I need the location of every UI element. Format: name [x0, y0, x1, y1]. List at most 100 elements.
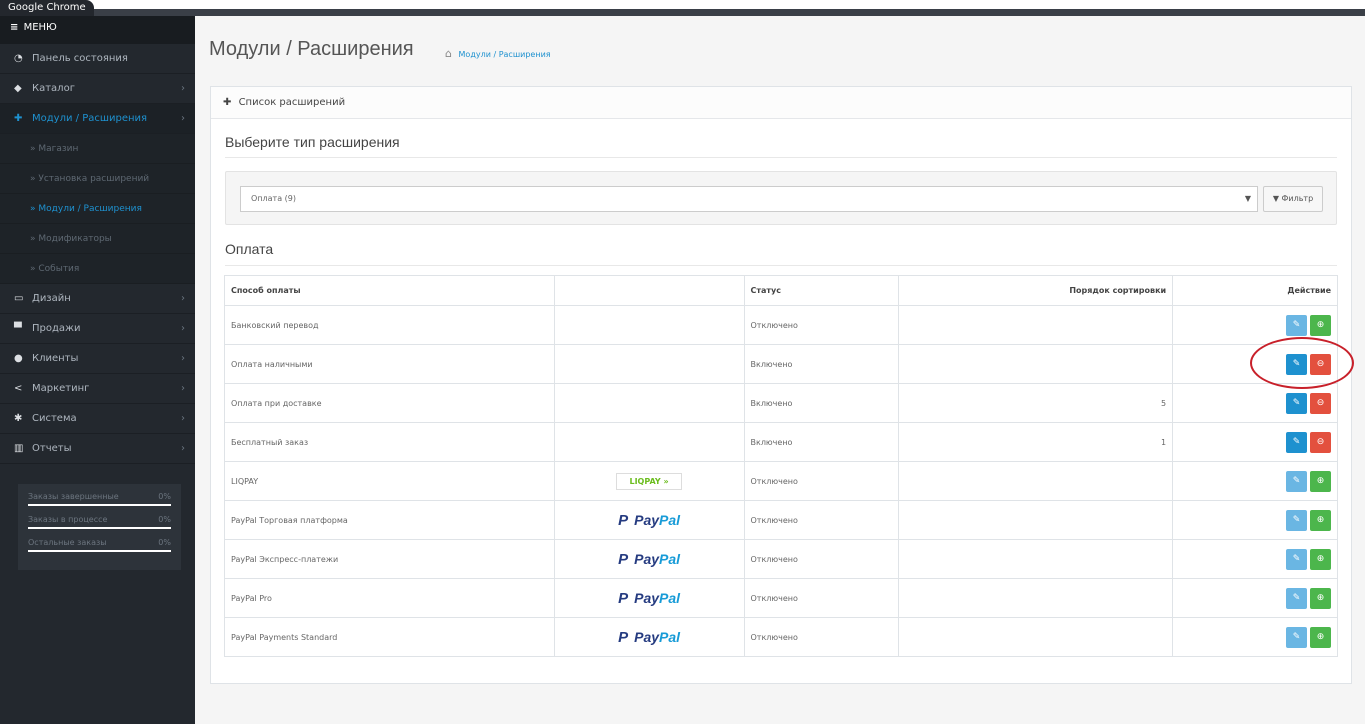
filter-label: Фильтр: [1281, 194, 1314, 203]
payment-logo-cell: P PayPal: [553, 578, 745, 618]
paypal-word-a: Pay: [634, 589, 660, 606]
sidebar-subitem[interactable]: » Модификаторы: [0, 224, 195, 254]
edit-button[interactable]: ✎: [1286, 314, 1307, 336]
install-button[interactable]: ⊕: [1310, 470, 1331, 492]
sidebar-subitem[interactable]: » Установка расширений: [0, 164, 195, 194]
paypal-icon: P: [618, 550, 629, 568]
edit-button[interactable]: ✎: [1286, 509, 1307, 531]
payment-status: Отключено: [743, 617, 900, 657]
payment-sort-order: [898, 539, 1174, 579]
chevron-right-icon: ›: [181, 413, 185, 424]
table-row: PayPal Payments Standard P PayPal Отключено…: [224, 617, 1338, 657]
payment-name: Бесплатный заказ: [224, 422, 555, 462]
col-method[interactable]: Способ оплаты: [224, 275, 555, 306]
payment-sort-order: 5: [898, 383, 1174, 423]
payment-status: Отключено: [743, 305, 900, 345]
puzzle-icon: ✚: [14, 113, 23, 124]
browser-title-bar: Google Chrome: [0, 0, 1365, 16]
sidebar-item-label: Каталог: [32, 83, 75, 94]
table-row: Банковский перевод Отключено ✎ ⊕: [224, 305, 1338, 345]
paypal-word-b: Pal: [659, 511, 681, 528]
edit-button[interactable]: ✎: [1286, 587, 1307, 609]
user-icon: ●: [14, 353, 23, 364]
install-button[interactable]: ⊕: [1310, 587, 1331, 609]
sidebar-item[interactable]: ◔ Панель состояния: [0, 44, 195, 74]
pencil-icon: ✎: [1292, 553, 1301, 564]
sidebar-item[interactable]: ✚ Модули / Расширения ›: [0, 104, 195, 134]
col-sort[interactable]: Порядок сортировки: [898, 275, 1174, 306]
install-button[interactable]: ⊕: [1310, 548, 1331, 570]
payment-logo-cell: P PayPal: [553, 500, 745, 540]
sidebar-item[interactable]: ● Клиенты ›: [0, 344, 195, 374]
payment-logo-cell: LIQPAY »: [553, 461, 745, 501]
sidebar-item[interactable]: ▥ Отчеты ›: [0, 434, 195, 464]
payment-status: Включено: [743, 344, 900, 384]
plus-circle-icon: ⊕: [1316, 553, 1325, 564]
sidebar-subitem[interactable]: » События: [0, 254, 195, 284]
stat-label: Остальные заказы: [28, 538, 107, 547]
payment-group-title: Оплата: [225, 241, 274, 257]
extension-type-select[interactable]: Оплата (9) ▼: [240, 186, 1258, 212]
annotation-circle: [1250, 337, 1354, 389]
filter-button[interactable]: ▼ Фильтр: [1263, 186, 1323, 212]
table-header-row: Способ оплаты Статус Порядок сортировки …: [224, 275, 1338, 306]
chevron-right-icon: ›: [181, 293, 185, 304]
dashboard-icon: ◔: [14, 53, 23, 64]
edit-button[interactable]: ✎: [1286, 470, 1307, 492]
order-stats: Заказы завершенные 0% Заказы в процессе 0% О…: [18, 484, 181, 570]
payment-actions: ✎ ⊕: [1172, 539, 1338, 579]
paypal-word-a: Pay: [634, 628, 660, 645]
payment-status: Отключено: [743, 500, 900, 540]
sidebar-item[interactable]: ▭ Дизайн ›: [0, 284, 195, 314]
breadcrumb-link[interactable]: Модули / Расширения: [459, 50, 551, 59]
home-icon[interactable]: ⌂: [445, 47, 452, 60]
payment-actions: ✎ ⊕: [1172, 578, 1338, 618]
menu-toggle[interactable]: ≡ МЕНЮ: [0, 16, 195, 44]
chevron-right-icon: ›: [181, 383, 185, 394]
edit-button[interactable]: ✎: [1286, 548, 1307, 570]
payment-name: PayPal Торговая платформа: [224, 500, 555, 540]
sidebar: ≡ МЕНЮ ◔ Панель состояния ◆ Каталог › ✚ Модули…: [0, 16, 195, 724]
uninstall-button[interactable]: ⊖: [1310, 431, 1331, 453]
edit-button[interactable]: ✎: [1286, 626, 1307, 648]
payment-name: Оплата при доставке: [224, 383, 555, 423]
payment-status: Включено: [743, 383, 900, 423]
edit-button[interactable]: ✎: [1286, 431, 1307, 453]
sidebar-item[interactable]: ✱ Система ›: [0, 404, 195, 434]
table-row: Оплата наличными Включено ✎ ⊖: [224, 344, 1338, 384]
payment-logo-cell: P PayPal: [553, 617, 745, 657]
uninstall-button[interactable]: ⊖: [1310, 392, 1331, 414]
sidebar-item[interactable]: ▀ Продажи ›: [0, 314, 195, 344]
breadcrumb: ⌂ Модули / Расширения: [445, 47, 551, 60]
stat-percent: 0%: [158, 515, 171, 524]
plus-circle-icon: ⊕: [1316, 631, 1325, 642]
filter-well: Оплата (9) ▼ ▼ Фильтр: [225, 171, 1337, 225]
sidebar-item-label: Продажи: [32, 323, 81, 334]
payment-name: LIQPAY: [224, 461, 555, 501]
edit-button[interactable]: ✎: [1286, 392, 1307, 414]
payment-status: Отключено: [743, 539, 900, 579]
install-button[interactable]: ⊕: [1310, 509, 1331, 531]
payment-table: Способ оплаты Статус Порядок сортировки …: [224, 275, 1338, 657]
col-status[interactable]: Статус: [743, 275, 900, 306]
divider: [225, 265, 1337, 266]
paypal-word-b: Pal: [659, 589, 681, 606]
stat-item: Остальные заказы 0%: [28, 538, 171, 552]
table-row: Бесплатный заказ Включено 1 ✎ ⊖: [224, 422, 1338, 462]
sidebar-item[interactable]: < Маркетинг ›: [0, 374, 195, 404]
sidebar-subitem[interactable]: » Магазин: [0, 134, 195, 164]
paypal-logo: P PayPal: [618, 590, 680, 607]
install-button[interactable]: ⊕: [1310, 626, 1331, 648]
plus-circle-icon: ⊕: [1316, 592, 1325, 603]
sidebar-subitem[interactable]: » Модули / Расширения: [0, 194, 195, 224]
sidebar-item[interactable]: ◆ Каталог ›: [0, 74, 195, 104]
payment-name: Оплата наличными: [224, 344, 555, 384]
plus-circle-icon: ⊕: [1316, 319, 1325, 330]
monitor-icon: ▭: [14, 293, 24, 304]
browser-tab[interactable]: Google Chrome: [0, 0, 94, 16]
chevron-right-icon: ›: [181, 323, 185, 334]
install-button[interactable]: ⊕: [1310, 314, 1331, 336]
pencil-icon: ✎: [1292, 397, 1301, 408]
table-row: LIQPAY LIQPAY » Отключено ✎ ⊕: [224, 461, 1338, 501]
plus-circle-icon: ⊕: [1316, 475, 1325, 486]
